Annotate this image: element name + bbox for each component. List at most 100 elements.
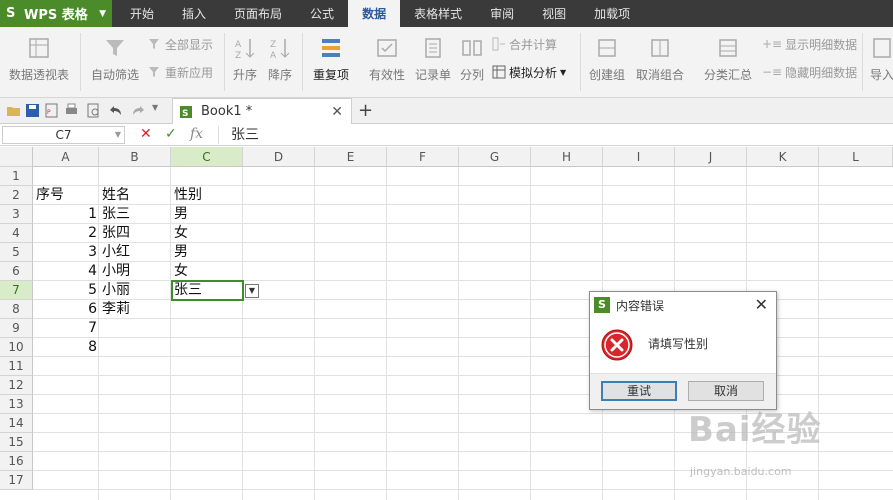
- row-header-17[interactable]: 17: [0, 471, 33, 490]
- validity-button[interactable]: 有效性: [369, 36, 405, 83]
- autofilter-button[interactable]: 自动筛选: [91, 36, 139, 83]
- cancel-button[interactable]: 取消: [688, 381, 764, 401]
- column-header-e[interactable]: E: [315, 147, 387, 167]
- hide-detail-button[interactable]: −≡ 隐藏明细数据: [762, 63, 857, 81]
- duplicates-button[interactable]: 重复项: [313, 36, 349, 83]
- cell-c6[interactable]: 女: [174, 262, 188, 281]
- column-header-j[interactable]: J: [675, 147, 747, 167]
- import-button[interactable]: 导入: [870, 36, 893, 83]
- row-header-8[interactable]: 8: [0, 300, 33, 319]
- select-all-corner[interactable]: [0, 147, 33, 167]
- print-icon[interactable]: [64, 103, 79, 118]
- menu-home[interactable]: 开始: [116, 0, 168, 27]
- subtotal-button[interactable]: 分类汇总: [704, 36, 752, 83]
- cell-c7[interactable]: 张三: [174, 281, 202, 300]
- cell-a7[interactable]: 5: [33, 281, 97, 300]
- save-icon[interactable]: [25, 103, 40, 118]
- column-header-h[interactable]: H: [531, 147, 603, 167]
- open-folder-icon[interactable]: [6, 103, 21, 118]
- cell-a2[interactable]: 序号: [36, 186, 64, 205]
- row-header-6[interactable]: 6: [0, 262, 33, 281]
- cell-c2[interactable]: 性别: [174, 186, 202, 205]
- split-columns-button[interactable]: 分列: [460, 36, 484, 83]
- cell-c5[interactable]: 男: [174, 243, 188, 262]
- menu-formulas[interactable]: 公式: [296, 0, 348, 27]
- cell-c4[interactable]: 女: [174, 224, 188, 243]
- row-header-16[interactable]: 16: [0, 452, 33, 471]
- row-header-3[interactable]: 3: [0, 205, 33, 224]
- column-header-d[interactable]: D: [243, 147, 315, 167]
- column-header-b[interactable]: B: [99, 147, 171, 167]
- new-tab-button[interactable]: +: [358, 100, 373, 121]
- cell-b4[interactable]: 张四: [102, 224, 130, 243]
- retry-button[interactable]: 重试: [601, 381, 677, 401]
- column-header-k[interactable]: K: [747, 147, 819, 167]
- row-header-15[interactable]: 15: [0, 433, 33, 452]
- menu-addins[interactable]: 加载项: [580, 0, 644, 27]
- row-header-2[interactable]: 2: [0, 186, 33, 205]
- row-header-14[interactable]: 14: [0, 414, 33, 433]
- undo-icon[interactable]: [108, 103, 123, 118]
- record-form-button[interactable]: 记录单: [415, 36, 451, 83]
- close-icon[interactable]: ✕: [331, 104, 343, 120]
- redo-icon[interactable]: [131, 103, 146, 118]
- row-header-4[interactable]: 4: [0, 224, 33, 243]
- row-header-1[interactable]: 1: [0, 167, 33, 186]
- row-header-12[interactable]: 12: [0, 376, 33, 395]
- column-header-f[interactable]: F: [387, 147, 459, 167]
- row-header-7[interactable]: 7: [0, 281, 33, 300]
- cell-a6[interactable]: 4: [33, 262, 97, 281]
- menu-view[interactable]: 视图: [528, 0, 580, 27]
- app-menu-button[interactable]: S WPS 表格 ▼: [0, 0, 112, 27]
- cell-a4[interactable]: 2: [33, 224, 97, 243]
- cell-b2[interactable]: 姓名: [102, 186, 130, 205]
- create-group-button[interactable]: 创建组: [589, 36, 625, 83]
- menu-data[interactable]: 数据: [348, 0, 401, 27]
- validation-dropdown-icon[interactable]: ▼: [245, 284, 259, 298]
- chevron-down-icon[interactable]: ▼: [115, 127, 121, 143]
- consolidate-button[interactable]: 合并计算: [492, 35, 557, 53]
- menu-table-style[interactable]: 表格样式: [400, 0, 476, 27]
- cell-b6[interactable]: 小明: [102, 262, 130, 281]
- cell-b8[interactable]: 李莉: [102, 300, 130, 319]
- cell-a3[interactable]: 1: [33, 205, 97, 224]
- row-header-5[interactable]: 5: [0, 243, 33, 262]
- cell-b7[interactable]: 小丽: [102, 281, 130, 300]
- what-if-analysis-button[interactable]: 模拟分析 ▼: [492, 63, 566, 81]
- pivot-table-button[interactable]: 数据透视表: [9, 36, 69, 83]
- row-header-11[interactable]: 11: [0, 357, 33, 376]
- menu-insert[interactable]: 插入: [168, 0, 220, 27]
- close-icon[interactable]: ✕: [755, 295, 768, 314]
- column-header-a[interactable]: A: [33, 147, 99, 167]
- cancel-edit-icon[interactable]: ✕: [140, 126, 152, 142]
- row-header-9[interactable]: 9: [0, 319, 33, 338]
- menu-page-layout[interactable]: 页面布局: [220, 0, 296, 27]
- sort-asc-button[interactable]: AZ 升序: [233, 36, 257, 83]
- cell-c3[interactable]: 男: [174, 205, 188, 224]
- cell-a10[interactable]: 8: [33, 338, 97, 357]
- cell-b5[interactable]: 小红: [102, 243, 130, 262]
- reapply-button[interactable]: 重新应用: [148, 63, 213, 81]
- sort-desc-button[interactable]: ZA 降序: [268, 36, 292, 83]
- export-pdf-icon[interactable]: P: [44, 103, 59, 118]
- column-header-i[interactable]: I: [603, 147, 675, 167]
- cell-a5[interactable]: 3: [33, 243, 97, 262]
- confirm-edit-icon[interactable]: ✓: [165, 126, 177, 142]
- function-icon[interactable]: fx: [190, 126, 203, 142]
- chevron-down-icon[interactable]: ▼: [152, 103, 167, 118]
- ungroup-button[interactable]: 取消组合: [636, 36, 684, 83]
- name-box[interactable]: C7 ▼: [2, 126, 125, 144]
- formula-input[interactable]: 张三: [218, 126, 891, 144]
- menu-review[interactable]: 审阅: [476, 0, 528, 27]
- cell-b3[interactable]: 张三: [102, 205, 130, 224]
- row-header-13[interactable]: 13: [0, 395, 33, 414]
- column-header-g[interactable]: G: [459, 147, 531, 167]
- column-header-l[interactable]: L: [819, 147, 893, 167]
- print-preview-icon[interactable]: [86, 103, 101, 118]
- row-header-10[interactable]: 10: [0, 338, 33, 357]
- tab-book1[interactable]: S Book1 * ✕: [172, 98, 352, 124]
- cell-a9[interactable]: 7: [33, 319, 97, 338]
- column-header-c[interactable]: C: [171, 147, 243, 167]
- show-all-button[interactable]: 全部显示: [148, 35, 213, 53]
- cell-a8[interactable]: 6: [33, 300, 97, 319]
